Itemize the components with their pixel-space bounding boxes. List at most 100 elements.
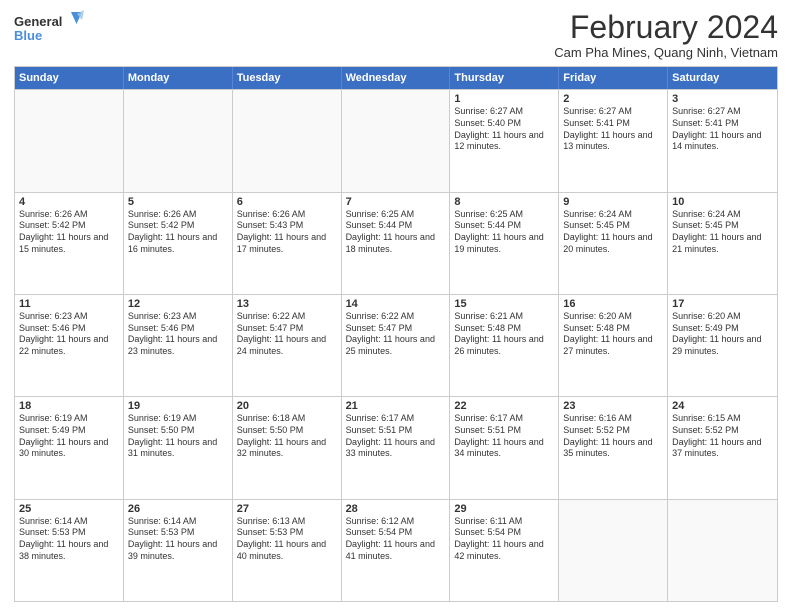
month-title: February 2024 xyxy=(554,10,778,45)
day-number: 7 xyxy=(346,196,446,208)
sun-info: Sunrise: 6:19 AM Sunset: 5:49 PM Dayligh… xyxy=(19,413,119,460)
day-number: 27 xyxy=(237,503,337,515)
cal-cell: 16Sunrise: 6:20 AM Sunset: 5:48 PM Dayli… xyxy=(559,295,668,396)
sun-info: Sunrise: 6:20 AM Sunset: 5:49 PM Dayligh… xyxy=(672,311,773,358)
logo-icon: General Blue xyxy=(14,10,84,52)
sun-info: Sunrise: 6:21 AM Sunset: 5:48 PM Dayligh… xyxy=(454,311,554,358)
week-row-5: 25Sunrise: 6:14 AM Sunset: 5:53 PM Dayli… xyxy=(15,499,777,601)
cal-cell xyxy=(124,90,233,191)
day-of-week-monday: Monday xyxy=(124,67,233,89)
sun-info: Sunrise: 6:23 AM Sunset: 5:46 PM Dayligh… xyxy=(19,311,119,358)
day-of-week-thursday: Thursday xyxy=(450,67,559,89)
calendar-body: 1Sunrise: 6:27 AM Sunset: 5:40 PM Daylig… xyxy=(15,89,777,601)
cal-cell: 5Sunrise: 6:26 AM Sunset: 5:42 PM Daylig… xyxy=(124,193,233,294)
day-of-week-friday: Friday xyxy=(559,67,668,89)
day-number: 25 xyxy=(19,503,119,515)
day-number: 29 xyxy=(454,503,554,515)
cal-cell: 15Sunrise: 6:21 AM Sunset: 5:48 PM Dayli… xyxy=(450,295,559,396)
sun-info: Sunrise: 6:22 AM Sunset: 5:47 PM Dayligh… xyxy=(237,311,337,358)
page: General Blue February 2024 Cam Pha Mines… xyxy=(0,0,792,612)
sun-info: Sunrise: 6:17 AM Sunset: 5:51 PM Dayligh… xyxy=(346,413,446,460)
cal-cell: 23Sunrise: 6:16 AM Sunset: 5:52 PM Dayli… xyxy=(559,397,668,498)
sun-info: Sunrise: 6:19 AM Sunset: 5:50 PM Dayligh… xyxy=(128,413,228,460)
day-number: 2 xyxy=(563,93,663,105)
cal-cell xyxy=(559,500,668,601)
day-number: 12 xyxy=(128,298,228,310)
sun-info: Sunrise: 6:15 AM Sunset: 5:52 PM Dayligh… xyxy=(672,413,773,460)
cal-cell: 26Sunrise: 6:14 AM Sunset: 5:53 PM Dayli… xyxy=(124,500,233,601)
sun-info: Sunrise: 6:20 AM Sunset: 5:48 PM Dayligh… xyxy=(563,311,663,358)
cal-cell: 3Sunrise: 6:27 AM Sunset: 5:41 PM Daylig… xyxy=(668,90,777,191)
day-of-week-tuesday: Tuesday xyxy=(233,67,342,89)
day-number: 5 xyxy=(128,196,228,208)
day-of-week-wednesday: Wednesday xyxy=(342,67,451,89)
logo: General Blue xyxy=(14,10,84,52)
sun-info: Sunrise: 6:14 AM Sunset: 5:53 PM Dayligh… xyxy=(19,516,119,563)
week-row-1: 1Sunrise: 6:27 AM Sunset: 5:40 PM Daylig… xyxy=(15,89,777,191)
cal-cell: 9Sunrise: 6:24 AM Sunset: 5:45 PM Daylig… xyxy=(559,193,668,294)
cal-cell: 28Sunrise: 6:12 AM Sunset: 5:54 PM Dayli… xyxy=(342,500,451,601)
cal-cell xyxy=(233,90,342,191)
day-number: 20 xyxy=(237,400,337,412)
week-row-3: 11Sunrise: 6:23 AM Sunset: 5:46 PM Dayli… xyxy=(15,294,777,396)
cal-cell: 1Sunrise: 6:27 AM Sunset: 5:40 PM Daylig… xyxy=(450,90,559,191)
cal-cell: 22Sunrise: 6:17 AM Sunset: 5:51 PM Dayli… xyxy=(450,397,559,498)
cal-cell xyxy=(15,90,124,191)
day-number: 6 xyxy=(237,196,337,208)
day-number: 21 xyxy=(346,400,446,412)
sun-info: Sunrise: 6:24 AM Sunset: 5:45 PM Dayligh… xyxy=(672,209,773,256)
sun-info: Sunrise: 6:26 AM Sunset: 5:42 PM Dayligh… xyxy=(128,209,228,256)
day-number: 16 xyxy=(563,298,663,310)
calendar: SundayMondayTuesdayWednesdayThursdayFrid… xyxy=(14,66,778,602)
cal-cell: 8Sunrise: 6:25 AM Sunset: 5:44 PM Daylig… xyxy=(450,193,559,294)
sun-info: Sunrise: 6:25 AM Sunset: 5:44 PM Dayligh… xyxy=(454,209,554,256)
day-number: 23 xyxy=(563,400,663,412)
sun-info: Sunrise: 6:18 AM Sunset: 5:50 PM Dayligh… xyxy=(237,413,337,460)
cal-cell: 19Sunrise: 6:19 AM Sunset: 5:50 PM Dayli… xyxy=(124,397,233,498)
sun-info: Sunrise: 6:27 AM Sunset: 5:41 PM Dayligh… xyxy=(563,106,663,153)
cal-cell: 25Sunrise: 6:14 AM Sunset: 5:53 PM Dayli… xyxy=(15,500,124,601)
cal-cell: 18Sunrise: 6:19 AM Sunset: 5:49 PM Dayli… xyxy=(15,397,124,498)
sun-info: Sunrise: 6:26 AM Sunset: 5:43 PM Dayligh… xyxy=(237,209,337,256)
day-number: 24 xyxy=(672,400,773,412)
day-number: 8 xyxy=(454,196,554,208)
week-row-2: 4 Sunrise: 6:26 AM Sunset: 5:42 PM Daylig… xyxy=(15,192,777,294)
svg-text:Blue: Blue xyxy=(14,28,42,43)
sun-info: Sunrise: 6:22 AM Sunset: 5:47 PM Dayligh… xyxy=(346,311,446,358)
week-row-4: 18Sunrise: 6:19 AM Sunset: 5:49 PM Dayli… xyxy=(15,396,777,498)
sun-info: Sunrise: 6:27 AM Sunset: 5:40 PM Dayligh… xyxy=(454,106,554,153)
day-number: 11 xyxy=(19,298,119,310)
cal-cell: 7Sunrise: 6:25 AM Sunset: 5:44 PM Daylig… xyxy=(342,193,451,294)
cal-cell: 20Sunrise: 6:18 AM Sunset: 5:50 PM Dayli… xyxy=(233,397,342,498)
day-of-week-saturday: Saturday xyxy=(668,67,777,89)
day-number: 18 xyxy=(19,400,119,412)
header: General Blue February 2024 Cam Pha Mines… xyxy=(14,10,778,60)
day-number: 26 xyxy=(128,503,228,515)
day-number: 15 xyxy=(454,298,554,310)
sun-info: Sunrise: 6:13 AM Sunset: 5:53 PM Dayligh… xyxy=(237,516,337,563)
day-of-week-sunday: Sunday xyxy=(15,67,124,89)
cal-cell: 14Sunrise: 6:22 AM Sunset: 5:47 PM Dayli… xyxy=(342,295,451,396)
svg-text:General: General xyxy=(14,14,62,29)
day-number: 4 xyxy=(19,196,119,208)
day-number: 3 xyxy=(672,93,773,105)
cal-cell: 29Sunrise: 6:11 AM Sunset: 5:54 PM Dayli… xyxy=(450,500,559,601)
cal-cell: 24Sunrise: 6:15 AM Sunset: 5:52 PM Dayli… xyxy=(668,397,777,498)
cal-cell: 17Sunrise: 6:20 AM Sunset: 5:49 PM Dayli… xyxy=(668,295,777,396)
day-number: 13 xyxy=(237,298,337,310)
cal-cell xyxy=(342,90,451,191)
cal-cell: 12Sunrise: 6:23 AM Sunset: 5:46 PM Dayli… xyxy=(124,295,233,396)
day-number: 14 xyxy=(346,298,446,310)
cal-cell: 4Sunrise: 6:26 AM Sunset: 5:42 PM Daylig… xyxy=(15,193,124,294)
sun-info: Sunrise: 6:12 AM Sunset: 5:54 PM Dayligh… xyxy=(346,516,446,563)
sun-info: Sunrise: 6:14 AM Sunset: 5:53 PM Dayligh… xyxy=(128,516,228,563)
calendar-header: SundayMondayTuesdayWednesdayThursdayFrid… xyxy=(15,67,777,89)
cal-cell: 27Sunrise: 6:13 AM Sunset: 5:53 PM Dayli… xyxy=(233,500,342,601)
day-number: 19 xyxy=(128,400,228,412)
title-block: February 2024 Cam Pha Mines, Quang Ninh,… xyxy=(554,10,778,60)
sun-info: Sunrise: 6:17 AM Sunset: 5:51 PM Dayligh… xyxy=(454,413,554,460)
cal-cell xyxy=(668,500,777,601)
sun-info: Sunrise: 6:11 AM Sunset: 5:54 PM Dayligh… xyxy=(454,516,554,563)
cal-cell: 2Sunrise: 6:27 AM Sunset: 5:41 PM Daylig… xyxy=(559,90,668,191)
cal-cell: 13Sunrise: 6:22 AM Sunset: 5:47 PM Dayli… xyxy=(233,295,342,396)
